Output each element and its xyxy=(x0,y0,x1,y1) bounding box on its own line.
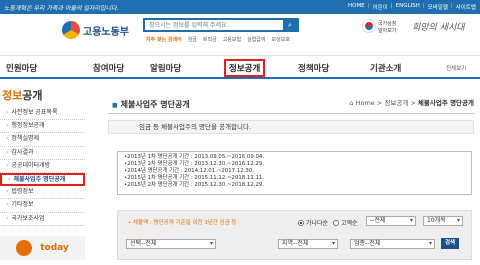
sidebar-item-open-data[interactable]: 공공데이터개방 xyxy=(0,160,85,173)
breadcrumb-path[interactable]: > 정보공개 > xyxy=(377,99,416,107)
search-button[interactable]: 검색 xyxy=(441,238,459,249)
sidebar-item-admin-info[interactable]: 행정정보공개 xyxy=(0,120,85,134)
breadcrumb: ⌂ Home > 정보공개 > 체불사업주 명단공개 xyxy=(349,97,474,107)
keyword-link[interactable]: 임금 xyxy=(188,36,197,43)
title-divider xyxy=(108,113,474,114)
radio-selected-icon xyxy=(298,219,304,226)
nav-policy[interactable]: 정책마당 xyxy=(298,62,329,74)
nav-participation[interactable]: 참여마당 xyxy=(93,62,124,74)
sidebar-item-pre-disclosure[interactable]: 사전정보 공표목록 xyxy=(0,107,85,121)
sort-select[interactable]: --전체 xyxy=(366,216,416,226)
notice-line: •2014년 명단공개 기간 : 2014.12.01.~2017.12.30. xyxy=(124,168,254,174)
notice-line: •2015년 1차 명단공개 기간 : 2015.11.12.~2018.11.… xyxy=(124,175,265,181)
sidebar-item-audit-results[interactable]: 감사결과 xyxy=(0,147,85,160)
popular-keywords-label: 자주 찾는 검색어 xyxy=(146,37,182,43)
utility-link-kids[interactable]: 어린이 xyxy=(373,3,388,11)
slogan: 노동개혁은 우리 가족과 아들의 일자리입니다. xyxy=(4,5,119,12)
region-select[interactable]: 선택--전체 xyxy=(126,239,216,249)
page-size-select[interactable]: 10개씩 xyxy=(423,216,463,226)
area-select[interactable]: 지역--전체 xyxy=(278,239,338,249)
sidebar-item-legal-info[interactable]: 법령정보 xyxy=(0,186,85,200)
sidebar-item-delinquent-employers[interactable]: 체불사업주 명단공개 xyxy=(0,172,85,187)
sidebar-title-accent: 정보 xyxy=(2,89,23,102)
sort-alphabetical-label: 가나다순 xyxy=(306,220,329,227)
keyword-link[interactable]: 모성보호 xyxy=(272,36,290,43)
nav-about[interactable]: 기관소개 xyxy=(370,62,401,74)
utility-links: HOME | 어린이 | ENGLISH | 모바일웹 | 사이트맵 xyxy=(348,3,476,11)
top-utility-bar: 노동개혁은 우리 가족과 아들의 일자리입니다. HOME | 어린이 | ENGL… xyxy=(0,0,480,14)
nav-civil-service[interactable]: 민원마당 xyxy=(6,62,37,74)
popular-keywords: 자주 찾는 검색어 임금 퇴직금 고용보험 실업급여 모성보호 xyxy=(146,36,290,43)
utility-link-english[interactable]: ENGLISH xyxy=(396,3,420,11)
sidebar-title-rest: 공개 xyxy=(22,89,43,102)
sidebar-item-other-info[interactable]: 기타정보 xyxy=(0,199,85,213)
keyword-link[interactable]: 고용보험 xyxy=(223,36,241,43)
utility-link-sitemap[interactable]: 사이트맵 xyxy=(456,3,476,11)
ministry-logo[interactable]: 고용노동부 xyxy=(62,21,129,39)
notice-line: •2015년 2차 명단공개 기간 : 2015.12.30.~2018.12.… xyxy=(124,182,265,188)
banner-label: today xyxy=(40,242,69,253)
site-header: 고용노동부 ⌕ 자주 찾는 검색어 임금 퇴직금 고용보험 실업급여 모성보호 … xyxy=(0,14,480,50)
motto-calligraphy: 희망의 새시대 xyxy=(412,23,465,33)
logo-text: 고용노동부 xyxy=(83,26,129,38)
banner-badge-icon xyxy=(16,239,33,256)
breadcrumb-current: 체불사업주 명단공개 xyxy=(417,99,474,107)
keyword-link[interactable]: 퇴직금 xyxy=(203,36,217,43)
national-symbol-line-1: 국가상징 xyxy=(378,21,397,27)
nav-information-disclosure[interactable]: 정보공개 xyxy=(224,59,266,77)
sidebar-item-policy-real-name[interactable]: 정책실명제 xyxy=(0,133,85,147)
intro-text: 임금 등 체불사업주의 명단을 공개합니다. xyxy=(108,120,474,134)
search-filter-panel: • 체불액 : 명단공개 기준일 이전 3년간 임금 등 가나다순 고액순 --… xyxy=(117,210,472,260)
filter-note: • 체불액 : 명단공개 기준일 이전 3년간 임금 등 xyxy=(128,220,237,226)
taegeuk-flag-icon[interactable] xyxy=(363,20,375,32)
utility-link-mobile[interactable]: 모바일웹 xyxy=(428,3,448,11)
utility-link-home[interactable]: HOME xyxy=(348,3,365,11)
disclosure-period-notice: •2013년 1차 명단공개 기간 : 2013.09.05.~2016.09.… xyxy=(117,151,472,195)
logo-mark-icon xyxy=(62,21,80,39)
home-icon[interactable]: ⌂ xyxy=(349,99,353,107)
main-navigation: 민원마당 참여마당 알림마당 정보공개 정책마당 기관소개 전체보기 xyxy=(0,55,480,79)
sort-alphabetical-radio[interactable]: 가나다순 xyxy=(298,218,328,227)
sidebar-item-state-subsidy[interactable]: 국가보조사업 xyxy=(0,213,85,226)
sort-amount-label: 고액순 xyxy=(341,220,358,227)
notice-line: •2013년 2차 명단공개 기간 : 2013.12.30.~2016.12.… xyxy=(124,161,265,167)
national-symbol-link[interactable]: 국가상징 알아보기 xyxy=(378,21,396,35)
sort-amount-radio[interactable]: 고액순 xyxy=(333,218,358,227)
page-title: 체불사업주 명단공개 xyxy=(112,99,190,110)
sidebar: 정보공개 사전정보 공표목록 행정정보공개 정책실명제 감사결과 공공데이터개방… xyxy=(0,87,85,260)
search-box: ⌕ xyxy=(143,18,299,32)
search-input[interactable] xyxy=(145,20,281,30)
search-icon[interactable]: ⌕ xyxy=(283,20,297,30)
all-menu-button[interactable]: 전체보기 xyxy=(446,64,466,72)
keyword-link[interactable]: 실업급여 xyxy=(247,36,265,43)
sidebar-title: 정보공개 xyxy=(0,87,85,107)
breadcrumb-home[interactable]: Home xyxy=(356,99,375,107)
nav-news[interactable]: 알림마당 xyxy=(150,62,181,74)
national-symbol-line-2: 알아보기 xyxy=(378,28,397,34)
radio-unselected-icon xyxy=(333,219,339,226)
today-banner[interactable]: today xyxy=(0,235,85,260)
industry-select[interactable]: 업종--전체 xyxy=(350,239,435,249)
notice-line: •2013년 1차 명단공개 기간 : 2013.09.05.~2016.09.… xyxy=(124,154,265,160)
